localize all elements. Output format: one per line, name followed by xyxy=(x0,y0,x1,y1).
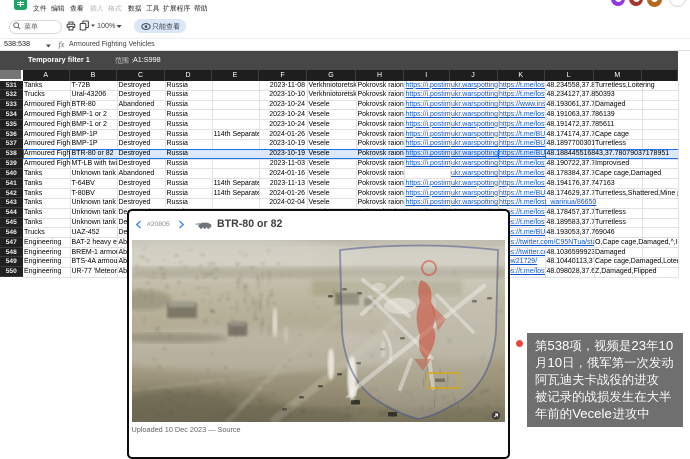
svg-text:23: 23 xyxy=(631,337,646,352)
svg-text:Vecele: Vecele xyxy=(572,406,612,421)
svg-text:538: 538 xyxy=(547,337,569,352)
svg-text:10: 10 xyxy=(659,337,674,352)
svg-text:10: 10 xyxy=(547,354,562,369)
